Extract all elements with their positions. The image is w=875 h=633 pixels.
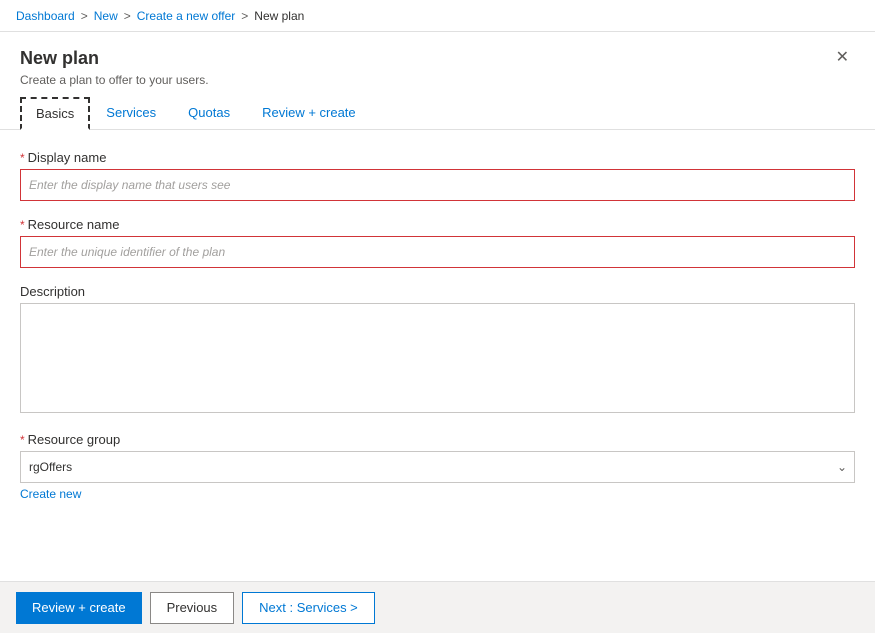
resource-name-required-star: *	[20, 218, 25, 232]
tab-review-create[interactable]: Review + create	[246, 97, 372, 130]
panel-header-text: New plan Create a plan to offer to your …	[20, 48, 209, 87]
panel-title: New plan	[20, 48, 209, 69]
description-label: Description	[20, 284, 855, 299]
resource-group-field: * Resource group rgOffers ⌄ Create new	[20, 432, 855, 501]
footer-bar: Review + create Previous Next : Services…	[0, 581, 875, 633]
tabs-row: Basics Services Quotas Review + create	[0, 97, 875, 130]
tab-basics[interactable]: Basics	[20, 97, 90, 130]
description-label-text: Description	[20, 284, 85, 299]
tab-services[interactable]: Services	[90, 97, 172, 130]
resource-name-label-text: Resource name	[28, 217, 120, 232]
display-name-field: * Display name	[20, 150, 855, 201]
breadcrumb: Dashboard > New > Create a new offer > N…	[0, 0, 875, 32]
resource-name-field: * Resource name	[20, 217, 855, 268]
resource-group-select-wrapper: rgOffers ⌄	[20, 451, 855, 483]
previous-button[interactable]: Previous	[150, 592, 235, 624]
resource-group-select[interactable]: rgOffers	[20, 451, 855, 483]
resource-group-label: * Resource group	[20, 432, 855, 447]
breadcrumb-dashboard[interactable]: Dashboard	[16, 9, 75, 23]
review-create-button[interactable]: Review + create	[16, 592, 142, 624]
form-area: * Display name * Resource name Descripti…	[0, 130, 875, 581]
close-button[interactable]: ✕	[830, 48, 855, 68]
description-field: Description	[20, 284, 855, 416]
resource-name-input[interactable]	[20, 236, 855, 268]
tab-quotas[interactable]: Quotas	[172, 97, 246, 130]
panel-subtitle: Create a plan to offer to your users.	[20, 73, 209, 87]
breadcrumb-sep-1: >	[81, 9, 88, 23]
next-button[interactable]: Next : Services >	[242, 592, 375, 624]
breadcrumb-sep-2: >	[124, 9, 131, 23]
breadcrumb-sep-3: >	[241, 9, 248, 23]
main-panel: New plan Create a plan to offer to your …	[0, 32, 875, 581]
resource-group-label-text: Resource group	[28, 432, 121, 447]
breadcrumb-new-plan: New plan	[254, 9, 304, 23]
resource-group-required-star: *	[20, 433, 25, 447]
panel-header: New plan Create a plan to offer to your …	[0, 32, 875, 97]
display-name-label-text: Display name	[28, 150, 107, 165]
create-new-link[interactable]: Create new	[20, 487, 81, 501]
description-input[interactable]	[20, 303, 855, 413]
breadcrumb-new[interactable]: New	[94, 9, 118, 23]
breadcrumb-create-offer[interactable]: Create a new offer	[137, 9, 236, 23]
display-name-label: * Display name	[20, 150, 855, 165]
display-name-required-star: *	[20, 151, 25, 165]
resource-name-label: * Resource name	[20, 217, 855, 232]
display-name-input[interactable]	[20, 169, 855, 201]
